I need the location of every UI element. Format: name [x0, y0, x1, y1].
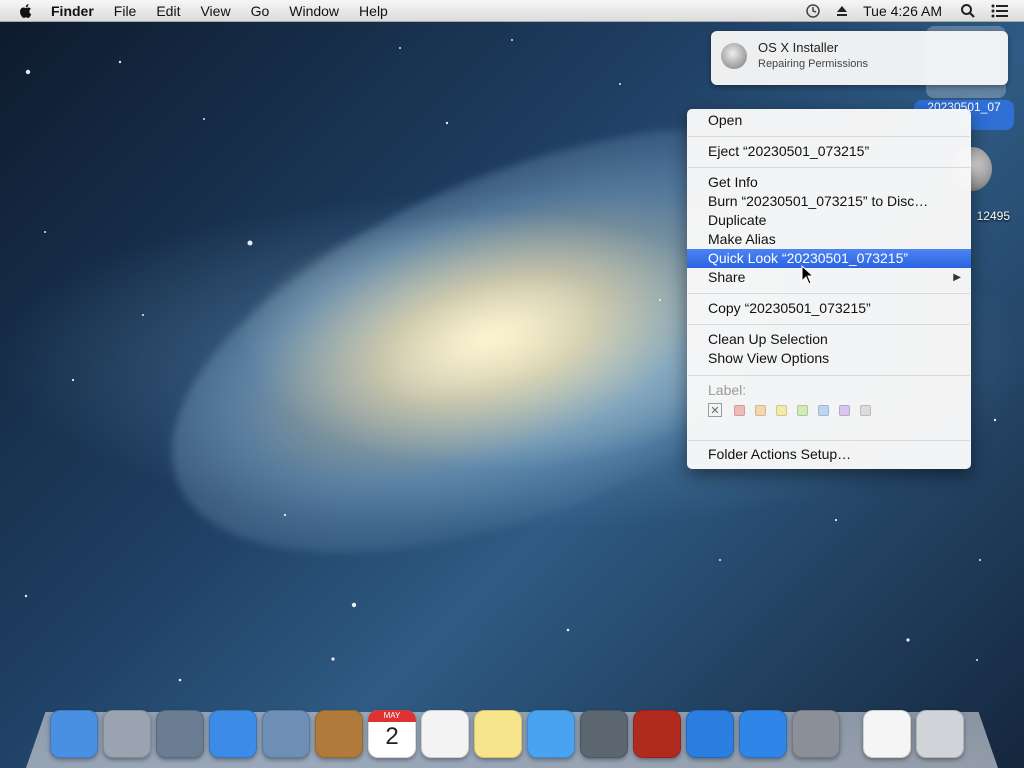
contacts-icon[interactable] — [315, 710, 363, 758]
menu-item-copy[interactable]: Copy “20230501_073215” — [687, 299, 971, 318]
notes-icon[interactable] — [474, 710, 522, 758]
trash-icon[interactable] — [916, 710, 964, 758]
label-yellow[interactable] — [776, 404, 787, 416]
menu-view[interactable]: View — [200, 3, 230, 19]
submenu-arrow-icon: ▶ — [953, 272, 961, 283]
calendar-month: MAY — [368, 710, 416, 722]
time-machine-icon[interactable] — [805, 3, 821, 19]
menu-edit[interactable]: Edit — [156, 3, 180, 19]
menu-clock[interactable]: Tue 4:26 AM — [863, 3, 942, 19]
itunes-icon[interactable] — [686, 710, 734, 758]
system-preferences-icon[interactable] — [792, 710, 840, 758]
reminders-icon[interactable] — [421, 710, 469, 758]
menu-item-burn[interactable]: Burn “20230501_073215” to Disc… — [687, 192, 971, 211]
app-store-icon[interactable] — [739, 710, 787, 758]
menu-item-quick-look[interactable]: Quick Look “20230501_073215” — [687, 249, 971, 268]
label-gray[interactable] — [860, 404, 871, 416]
menu-separator — [688, 136, 970, 137]
context-menu: Open Eject “20230501_073215” Get Info Bu… — [687, 109, 971, 469]
label-none-icon[interactable]: ✕ — [708, 403, 722, 417]
label-blue[interactable] — [818, 404, 829, 416]
menu-item-share-label: Share — [708, 269, 746, 285]
menu-file[interactable]: File — [114, 3, 137, 19]
spotlight-search-icon[interactable] — [960, 3, 976, 19]
menu-item-folder-actions-setup[interactable]: Folder Actions Setup… — [687, 445, 971, 464]
finder-icon[interactable] — [50, 710, 98, 758]
menu-item-duplicate[interactable]: Duplicate — [687, 211, 971, 230]
menu-window[interactable]: Window — [289, 3, 339, 19]
menu-separator — [688, 440, 970, 441]
mouse-pointer-icon — [801, 265, 815, 285]
dock-items: MAY 2 — [50, 702, 969, 758]
eject-icon[interactable] — [835, 4, 849, 18]
safari-icon[interactable] — [209, 710, 257, 758]
menu-item-share[interactable]: Share ▶ — [687, 268, 971, 287]
menu-bar: Finder File Edit View Go Window Help Tue… — [0, 0, 1024, 22]
notification-subtitle: Repairing Permissions — [758, 58, 869, 70]
menu-go[interactable]: Go — [251, 3, 270, 19]
menu-item-get-info[interactable]: Get Info — [687, 173, 971, 192]
installer-icon — [721, 43, 747, 69]
menu-separator — [688, 293, 970, 294]
menu-app-finder[interactable]: Finder — [51, 3, 94, 19]
label-red[interactable] — [734, 404, 745, 416]
label-heading: Label: — [708, 382, 747, 398]
label-purple[interactable] — [839, 404, 850, 416]
mail-icon[interactable] — [262, 710, 310, 758]
label-orange[interactable] — [755, 404, 766, 416]
menu-item-eject[interactable]: Eject “20230501_073215” — [687, 142, 971, 161]
menu-help[interactable]: Help — [359, 3, 388, 19]
messages-icon[interactable] — [527, 710, 575, 758]
apple-menu-icon[interactable] — [17, 2, 35, 20]
facetime-icon[interactable] — [580, 710, 628, 758]
mission-control-icon[interactable] — [156, 710, 204, 758]
menu-item-make-alias[interactable]: Make Alias — [687, 230, 971, 249]
menu-separator — [688, 324, 970, 325]
notification-title: OS X Installer — [758, 40, 839, 55]
photo-booth-icon[interactable] — [633, 710, 681, 758]
label-green[interactable] — [797, 404, 808, 416]
document-icon[interactable] — [863, 710, 911, 758]
menu-item-open[interactable]: Open — [687, 111, 971, 130]
calendar-icon[interactable]: MAY 2 — [368, 710, 416, 758]
notification-center-icon[interactable] — [990, 3, 1010, 19]
notification-banner[interactable]: OS X Installer Repairing Permissions — [711, 31, 1008, 85]
menu-separator — [688, 375, 970, 376]
menu-separator — [688, 167, 970, 168]
launchpad-icon[interactable] — [103, 710, 151, 758]
label-swatches: ✕ — [708, 402, 881, 418]
menu-item-show-view-options[interactable]: Show View Options — [687, 349, 971, 368]
calendar-day: 2 — [385, 723, 399, 750]
menu-item-clean-up-selection[interactable]: Clean Up Selection — [687, 330, 971, 349]
